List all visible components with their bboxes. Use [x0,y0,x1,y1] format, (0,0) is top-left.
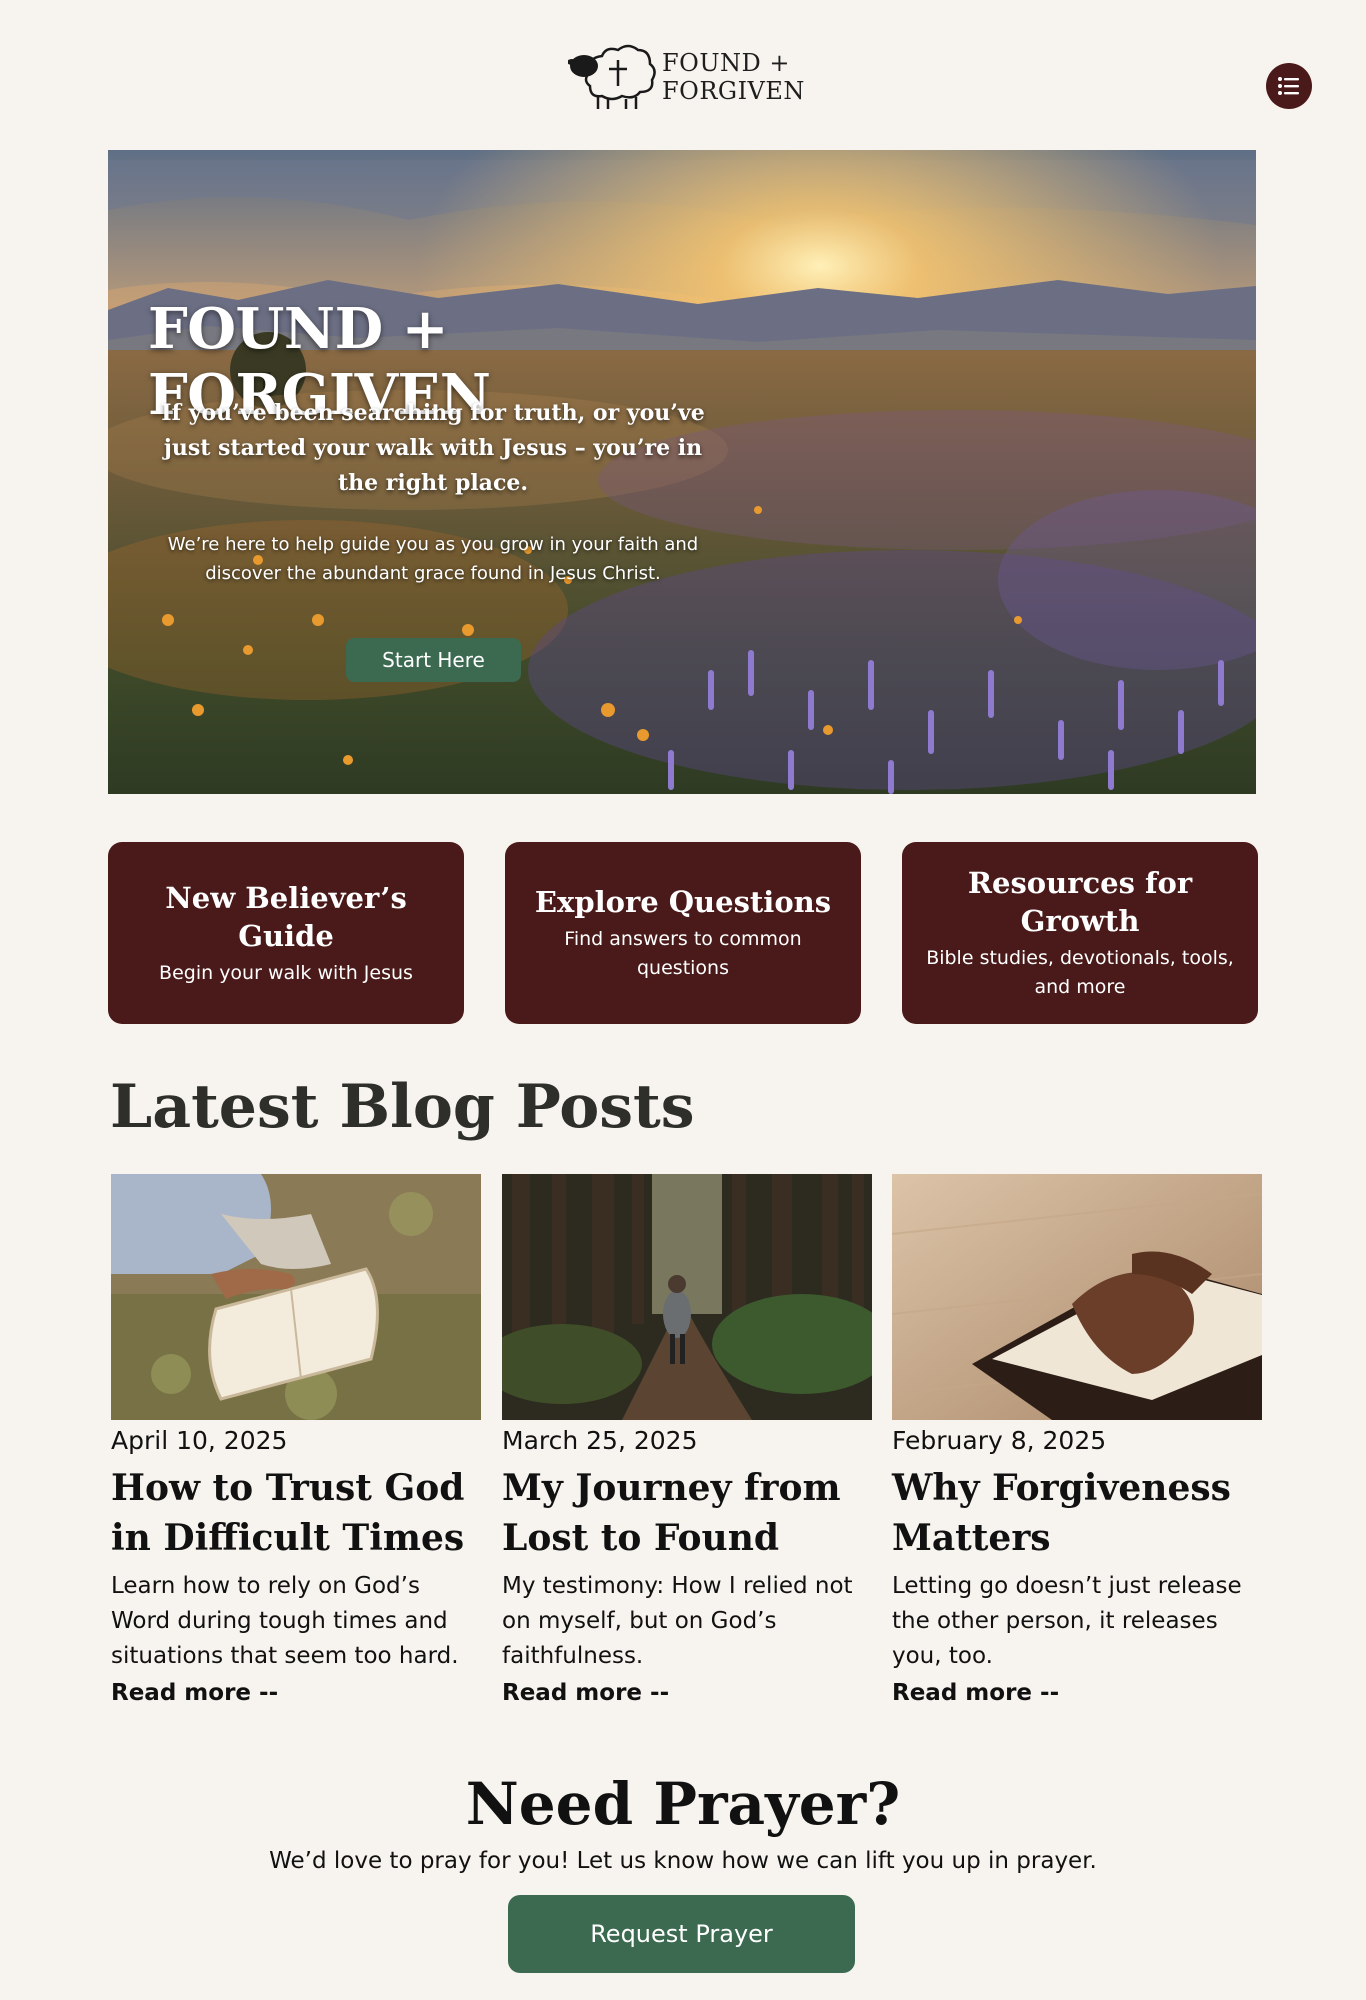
menu-button[interactable] [1266,63,1312,109]
logo-line-2: FORGIVEN [662,77,805,105]
logo-text: FOUND + FORGIVEN [662,49,805,105]
read-more-link[interactable]: Read more -- [111,1680,278,1706]
blog-post-card: March 25, 2025 My Journey from Lost to F… [502,1174,872,1706]
blog-post-card: April 10, 2025 How to Trust God in Diffi… [111,1174,481,1706]
post-title[interactable]: My Journey from Lost to Found [502,1463,872,1563]
hero-body-text: We’re here to help guide you as you grow… [167,534,699,584]
hero-subtitle: If you’ve been searching for truth, or y… [161,400,705,496]
hero-banner: FOUND + FORGIVEN If you’ve been searchin… [108,150,1256,794]
read-more-link[interactable]: Read more -- [502,1680,669,1706]
bible-on-grass-image[interactable] [111,1174,481,1420]
card-title: Resources for Growth [967,866,1193,938]
post-excerpt: My testimony: How I relied not on myself… [502,1573,853,1669]
card-description: Bible studies, devotionals, tools, and m… [926,947,1234,998]
card-title: New Believer’s Guide [165,880,407,953]
blog-post-card: February 8, 2025 Why Forgiveness Matters… [892,1174,1262,1706]
prayer-heading: Need Prayer? [465,1770,901,1838]
card-title: Explore Questions [534,885,832,919]
praying-hands-bible-image[interactable] [892,1174,1262,1420]
post-excerpt: Learn how to rely on God’s Word during t… [111,1573,459,1669]
request-prayer-button[interactable]: Request Prayer [508,1895,855,1973]
post-excerpt: Letting go doesn’t just release the othe… [892,1573,1242,1669]
card-description: Find answers to common questions [564,928,802,979]
blog-section-heading: Latest Blog Posts [110,1072,695,1142]
post-date: March 25, 2025 [502,1426,698,1455]
post-title[interactable]: How to Trust God in Difficult Times [111,1463,481,1563]
site-logo[interactable]: FOUND + FORGIVEN [568,42,808,112]
post-date: February 8, 2025 [892,1426,1107,1455]
card-description: Begin your walk with Jesus [159,961,413,984]
prayer-text: We’d love to pray for you! Let us know h… [269,1848,1097,1874]
list-icon [1278,77,1299,95]
sheep-cross-icon [568,44,656,109]
card-explore-questions[interactable]: Explore Questions Find answers to common… [505,842,861,1024]
card-new-believers-guide[interactable]: New Believer’s Guide Begin your walk wit… [108,842,464,1024]
post-date: April 10, 2025 [111,1426,288,1455]
forest-path-image[interactable] [502,1174,872,1420]
read-more-link[interactable]: Read more -- [892,1680,1059,1706]
logo-line-1: FOUND + [662,49,791,77]
post-title[interactable]: Why Forgiveness Matters [892,1463,1262,1563]
start-here-button[interactable]: Start Here [346,638,521,682]
card-resources-for-growth[interactable]: Resources for Growth Bible studies, devo… [902,842,1258,1024]
